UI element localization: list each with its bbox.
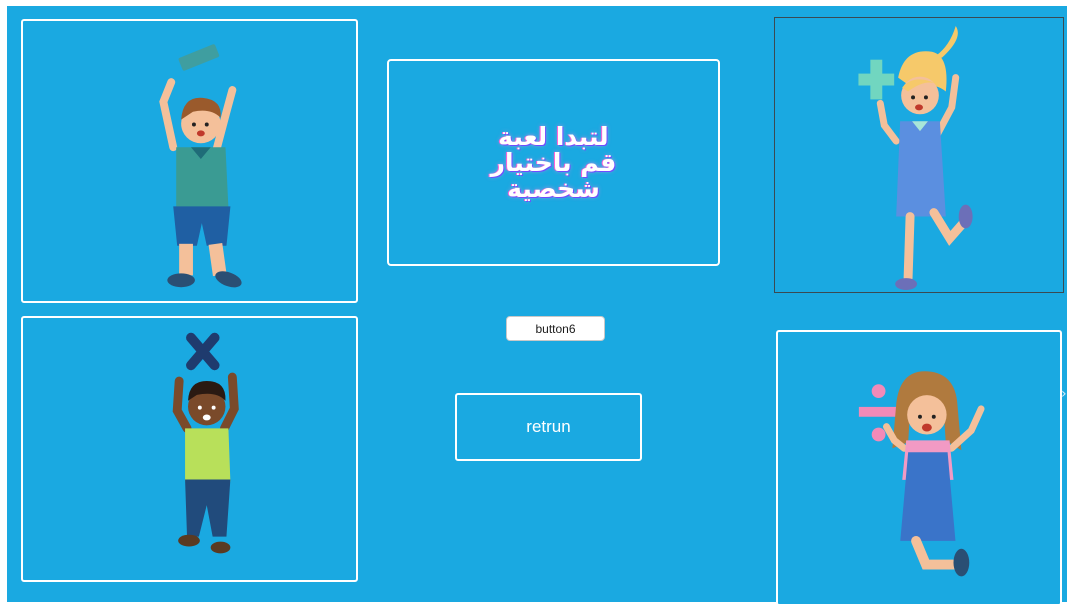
boy-minus-illustration bbox=[159, 44, 242, 288]
button6[interactable]: button6 bbox=[506, 316, 605, 341]
character-card-boy-multiply[interactable] bbox=[21, 316, 358, 582]
instruction-text: لتبدا لعبة قم باختيار شخصية bbox=[454, 121, 654, 203]
game-window: لتبدا لعبة قم باختيار شخصية button6 retr… bbox=[7, 6, 1067, 606]
instruction-line-1: لتبدا لعبة bbox=[498, 121, 609, 151]
girl-divide-illustration bbox=[858, 371, 985, 577]
multiply-icon bbox=[186, 332, 220, 371]
character-card-boy-minus[interactable] bbox=[21, 19, 358, 303]
instruction-line-2: قم باختيار bbox=[490, 147, 617, 177]
character-card-girl-divide[interactable] bbox=[776, 330, 1062, 606]
return-button[interactable]: retrun bbox=[455, 393, 642, 461]
instruction-panel: لتبدا لعبة قم باختيار شخصية bbox=[387, 59, 720, 266]
instruction-line-3: شخصية bbox=[507, 173, 600, 203]
character-card-girl-plus[interactable] bbox=[774, 17, 1064, 293]
edge-artifact: › bbox=[1061, 386, 1067, 402]
plus-icon bbox=[858, 59, 895, 100]
minus-icon bbox=[178, 44, 220, 71]
boy-multiply-illustration bbox=[172, 332, 239, 554]
girl-plus-illustration bbox=[858, 25, 973, 291]
